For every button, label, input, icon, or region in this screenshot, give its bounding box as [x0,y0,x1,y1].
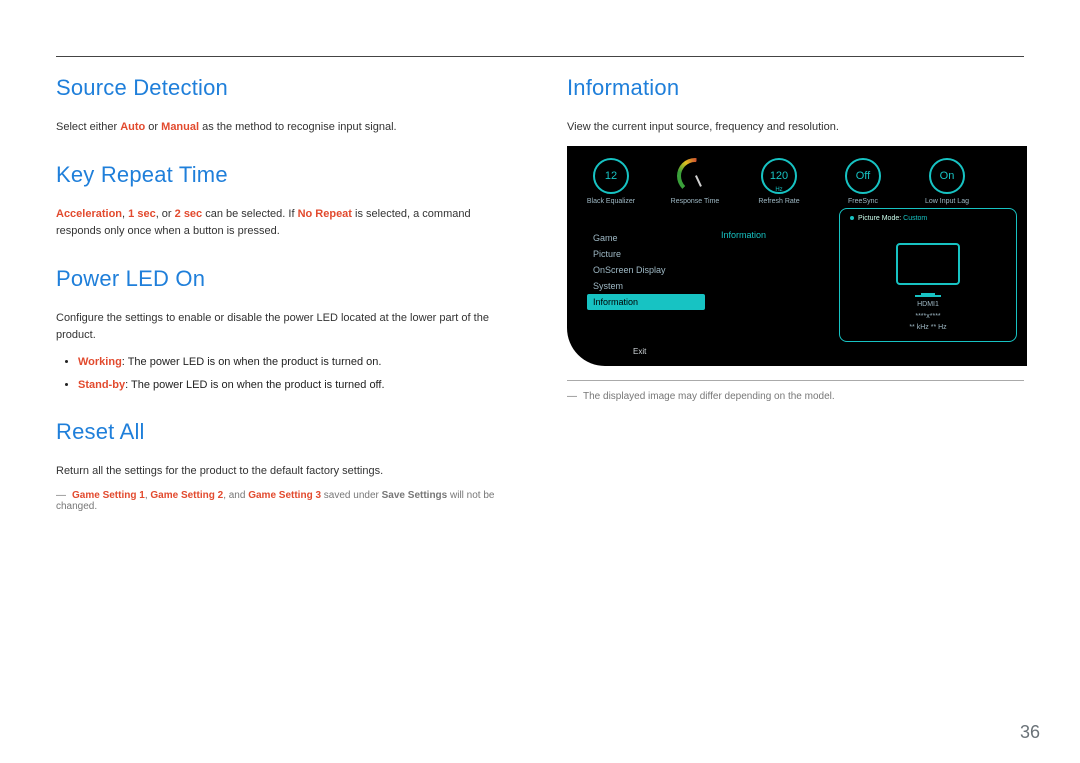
osd-menu-item: Picture [587,246,705,262]
body-information: View the current input source, frequency… [567,119,1024,136]
osd-exit-label: Exit [633,347,646,356]
dial-label: Refresh Rate [749,198,809,205]
dial-ring: 12 [593,158,629,194]
osd-menu: GamePictureOnScreen DisplaySystemInforma… [587,230,705,310]
osd-menu-item: System [587,278,705,294]
dial-ring: On [929,158,965,194]
heading-key-repeat-time: Key Repeat Time [56,162,513,188]
body-source-detection: Select either Auto or Manual as the meth… [56,119,513,136]
body-key-repeat-time: Acceleration, 1 sec, or 2 sec can be sel… [56,206,513,240]
list-item-standby: Stand-by: The power LED is on when the p… [78,377,513,394]
osd-picture-mode: Picture Mode: Custom [850,215,927,222]
osd-resolution: ****x**** [840,311,1016,322]
osd-menu-item: Information [587,294,705,310]
dial-label: FreeSync [833,198,893,205]
footnote-divider [567,380,1024,381]
section-reset-all: Reset All Return all the settings for th… [56,419,513,512]
footnote-reset-all: ―Game Setting 1, Game Setting 2, and Gam… [56,490,513,512]
dial-ring: 120Hz [761,158,797,194]
heading-information: Information [567,75,1024,101]
section-information: Information View the current input sourc… [567,75,1024,402]
osd-dial: On Low Input Lag [917,158,977,205]
left-column: Source Detection Select either Auto or M… [56,75,513,512]
heading-reset-all: Reset All [56,419,513,445]
dial-ring: Off [845,158,881,194]
osd-dial: Off FreeSync [833,158,893,205]
osd-info-panel: Picture Mode: Custom HDMI1 ****x**** ** … [839,208,1017,342]
footnote-model-disclaimer: ―The displayed image may differ dependin… [567,391,1024,402]
list-item-working: Working: The power LED is on when the pr… [78,354,513,371]
dial-label: Low Input Lag [917,198,977,205]
osd-menu-item: Game [587,230,705,246]
dial-sublabel: Hz [763,187,795,193]
osd-preview: 12 Black Equalizer Response Time 120Hz Refre… [567,146,1027,366]
section-source-detection: Source Detection Select either Auto or M… [56,75,513,136]
osd-dial: Response Time [665,158,725,205]
osd-menu-item: OnScreen Display [587,262,705,278]
page-top-divider [56,56,1024,57]
section-power-led-on: Power LED On Configure the settings to e… [56,266,513,393]
page-number: 36 [1020,722,1040,743]
dial-label: Response Time [665,198,725,205]
gauge-icon [677,158,713,194]
section-key-repeat-time: Key Repeat Time Acceleration, 1 sec, or … [56,162,513,240]
osd-dial: 120Hz Refresh Rate [749,158,809,205]
osd-source: HDMI1 [840,299,1016,310]
dial-label: Black Equalizer [581,198,641,205]
right-column: Information View the current input sourc… [567,75,1024,512]
body-reset-all: Return all the settings for the product … [56,463,513,480]
body-power-led-on: Configure the settings to enable or disa… [56,310,513,344]
monitor-icon [840,243,1016,297]
osd-dial: 12 Black Equalizer [581,158,641,205]
osd-menu-title: Information [721,230,766,240]
bullet-icon [850,216,854,220]
heading-source-detection: Source Detection [56,75,513,101]
osd-frequency: ** kHz ** Hz [840,322,1016,333]
heading-power-led-on: Power LED On [56,266,513,292]
